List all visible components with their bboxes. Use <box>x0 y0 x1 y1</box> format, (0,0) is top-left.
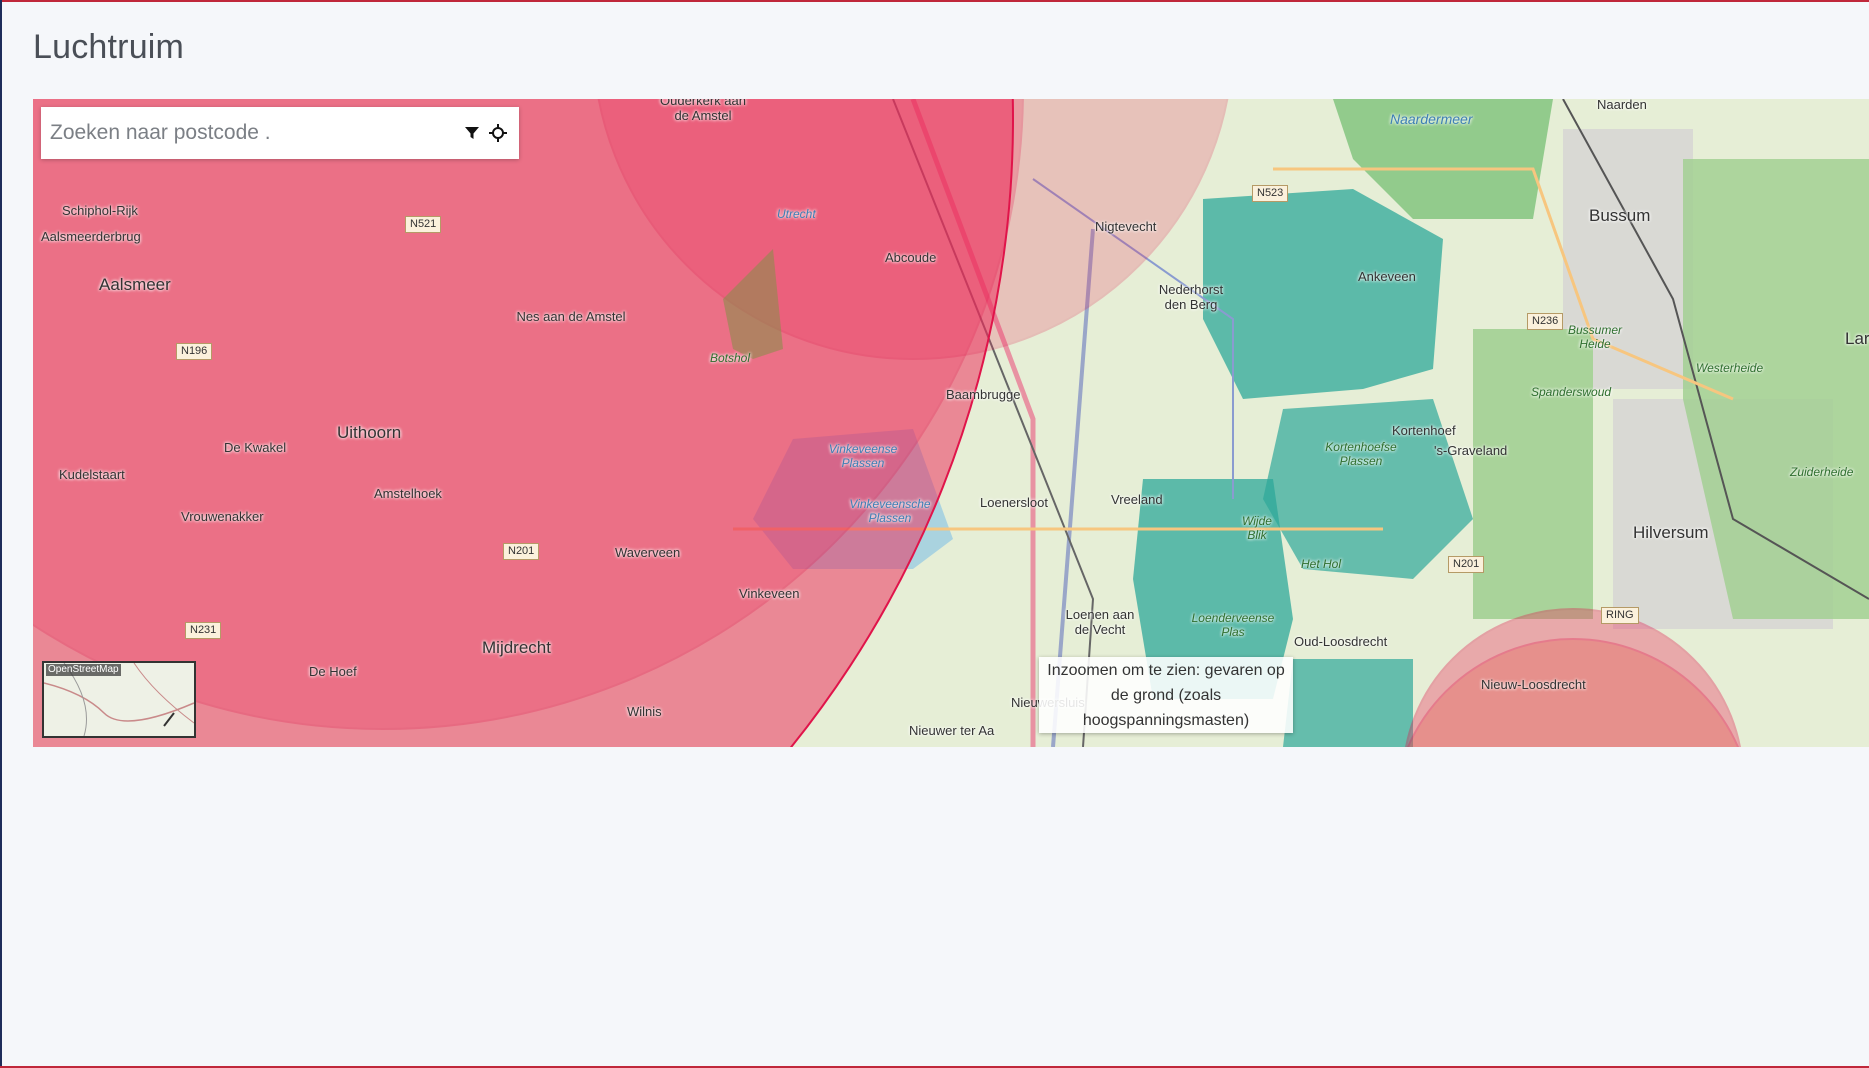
place-label: Laren <box>1845 329 1869 348</box>
place-label: Vrouwenakker <box>181 509 264 524</box>
place-label: Mijdrecht <box>482 638 551 657</box>
place-label: Waverveen <box>615 545 681 560</box>
place-label: Bussum <box>1589 206 1651 225</box>
crosshair-icon[interactable] <box>487 122 509 144</box>
place-label: Nederhorst den Berg <box>1158 282 1224 312</box>
place-label: Vinkeveense Plassen <box>828 442 898 470</box>
road-label: N196 <box>176 343 213 360</box>
place-label: Aalsmeer <box>99 275 171 294</box>
place-label: Abcoude <box>885 250 937 265</box>
place-label: Kortenhoefse Plassen <box>1325 440 1397 468</box>
window-left-border <box>0 0 2 1068</box>
place-label: Bussumer Heide <box>1567 323 1623 351</box>
place-label: Ankeveen <box>1358 269 1416 284</box>
place-label: Botshol <box>710 351 751 365</box>
place-label: 's-Graveland <box>1434 443 1508 458</box>
place-label: Het Hol <box>1301 557 1342 571</box>
road-label: N236 <box>1527 313 1564 330</box>
place-label: Loenersloot <box>980 495 1048 510</box>
place-label: Naardermeer <box>1390 111 1473 127</box>
place-label: Nieuw-Loosdrecht <box>1481 677 1586 692</box>
place-label: Vreeland <box>1111 492 1163 507</box>
place-label: Spanderswoud <box>1531 385 1612 399</box>
minimap-attribution: OpenStreetMap <box>46 664 121 676</box>
place-label: Loenderveense Plas <box>1191 611 1275 639</box>
postcode-search-box <box>41 107 519 159</box>
zoom-hint-tooltip: Inzoomen om te zien: gevaren op de grond… <box>1039 657 1293 733</box>
place-label: Nigtevecht <box>1095 219 1157 234</box>
road-label: RING <box>1601 607 1639 624</box>
page-title: Luchtruim <box>33 28 185 66</box>
place-label: Nieuwer ter Aa <box>909 723 995 738</box>
place-label: Amstelhoek <box>374 486 442 501</box>
place-label: Baambrugge <box>946 387 1021 402</box>
place-label: Vinkeveensche Plassen <box>849 497 931 525</box>
place-label: De Kwakel <box>224 440 287 455</box>
place-label: Utrecht <box>777 207 816 221</box>
map-background <box>33 99 1869 747</box>
place-label: Schiphol-Rijk <box>62 203 138 218</box>
road-label: N523 <box>1252 185 1289 202</box>
place-label: Wilnis <box>627 704 662 719</box>
place-label: Zuiderheide <box>1790 465 1854 479</box>
place-label: Oud-Loosdrecht <box>1294 634 1388 649</box>
place-label: Naarden <box>1597 99 1647 112</box>
road-label: N201 <box>503 543 540 560</box>
place-label: Ouderkerk aan de Amstel <box>660 99 746 123</box>
road-label: N231 <box>185 622 222 639</box>
place-label: Loenen aan de Vecht <box>1065 607 1135 637</box>
overview-minimap[interactable]: OpenStreetMap <box>42 661 196 738</box>
window-top-border <box>0 0 1869 2</box>
place-label: De Hoef <box>309 664 357 679</box>
place-label: Uithoorn <box>337 423 402 442</box>
place-label: Kortenhoef <box>1392 423 1456 438</box>
place-label: Aalsmeerderbrug <box>41 229 141 244</box>
filter-icon[interactable] <box>461 122 483 144</box>
place-label: Kudelstaart <box>59 467 125 482</box>
place-label: Nes aan de Amstel <box>516 309 626 324</box>
postcode-search-input[interactable] <box>41 112 461 154</box>
airspace-map[interactable]: Naarden Naardermeer Bussum Schiphol-Rijk… <box>33 99 1869 747</box>
place-label: Vinkeveen <box>739 586 800 601</box>
place-label: Wijde Blik <box>1242 514 1272 542</box>
road-label: N521 <box>405 216 442 233</box>
place-label: Hilversum <box>1633 523 1709 542</box>
place-label: Westerheide <box>1696 361 1764 375</box>
road-label: N201 <box>1448 556 1485 573</box>
